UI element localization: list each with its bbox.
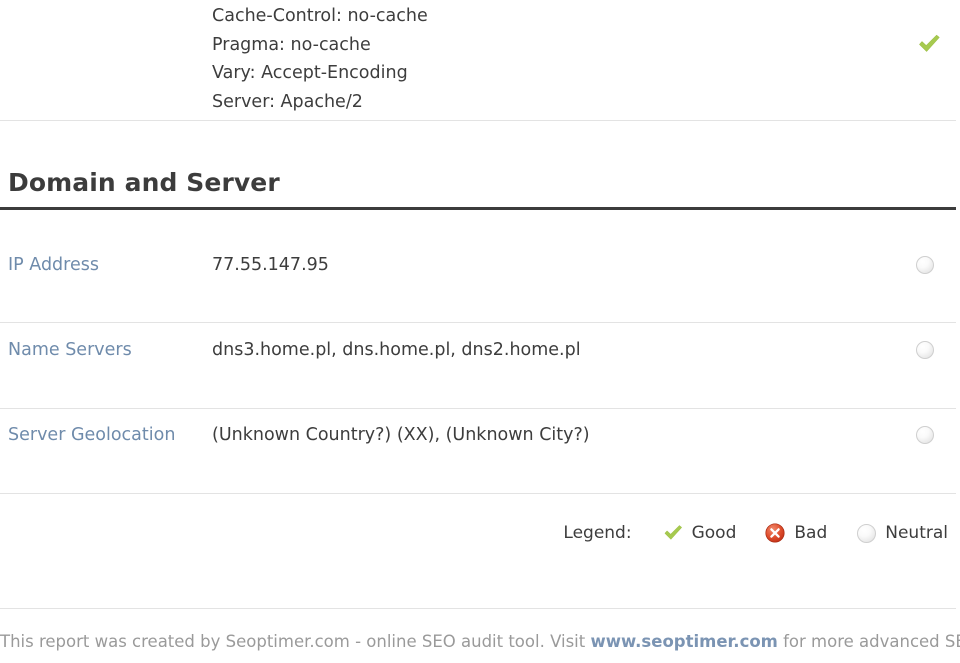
footer-link-seoptimer[interactable]: www.seoptimer.com [590, 632, 777, 651]
legend-item-neutral: Neutral [855, 522, 948, 544]
status-badge-neutral [916, 426, 940, 450]
legend-item-bad: Bad [764, 522, 827, 544]
neutral-circle-icon [916, 341, 934, 359]
row-value-server-geolocation: (Unknown Country?) (XX), (Unknown City?) [212, 425, 590, 445]
status-badge-good [916, 31, 942, 57]
row-label-server-geolocation: Server Geolocation [8, 425, 176, 445]
row-divider [0, 493, 956, 494]
check-icon [919, 34, 940, 52]
seo-report-page: Cache-Control: no-cache Pragma: no-cache… [0, 0, 960, 663]
legend-label-neutral: Neutral [885, 523, 948, 543]
legend: Legend: Good Bad Neutral [0, 522, 948, 544]
heading-underline [0, 207, 956, 210]
legend-title: Legend: [563, 523, 632, 543]
neutral-circle-icon [916, 256, 934, 274]
neutral-circle-icon [855, 522, 877, 544]
footer: This report was created by Seoptimer.com… [0, 632, 960, 651]
footer-text-before: This report was created by Seoptimer.com… [0, 632, 586, 651]
status-badge-neutral [916, 341, 940, 365]
legend-item-good: Good [662, 522, 737, 544]
footer-text-after: for more advanced SEO audits. [783, 632, 960, 651]
http-header-line: Pragma: no-cache [212, 34, 371, 55]
row-divider [0, 322, 956, 323]
error-circle-icon [764, 522, 786, 544]
row-label-name-servers: Name Servers [8, 340, 132, 360]
table-row: IP Address 77.55.147.95 [0, 255, 956, 295]
row-value-ip-address: 77.55.147.95 [212, 255, 329, 275]
http-headers-block: Cache-Control: no-cache Pragma: no-cache… [0, 0, 960, 116]
footer-divider [0, 608, 956, 609]
row-label-ip-address: IP Address [8, 255, 99, 275]
neutral-circle-shape [856, 523, 876, 543]
row-divider [0, 408, 956, 409]
table-row: Server Geolocation (Unknown Country?) (X… [0, 425, 956, 465]
check-icon [662, 522, 684, 544]
http-header-line: Server: Apache/2 [212, 91, 363, 112]
table-row: Name Servers dns3.home.pl, dns.home.pl, … [0, 340, 956, 380]
section-divider [0, 120, 956, 121]
legend-label-bad: Bad [794, 523, 828, 543]
row-value-name-servers: dns3.home.pl, dns.home.pl, dns2.home.pl [212, 340, 581, 360]
status-badge-neutral [916, 256, 940, 280]
page-title: Domain and Server [8, 168, 280, 197]
http-header-line: Cache-Control: no-cache [212, 6, 428, 26]
legend-label-good: Good [691, 523, 737, 543]
neutral-circle-icon [916, 426, 934, 444]
http-header-line: Vary: Accept-Encoding [212, 63, 408, 83]
